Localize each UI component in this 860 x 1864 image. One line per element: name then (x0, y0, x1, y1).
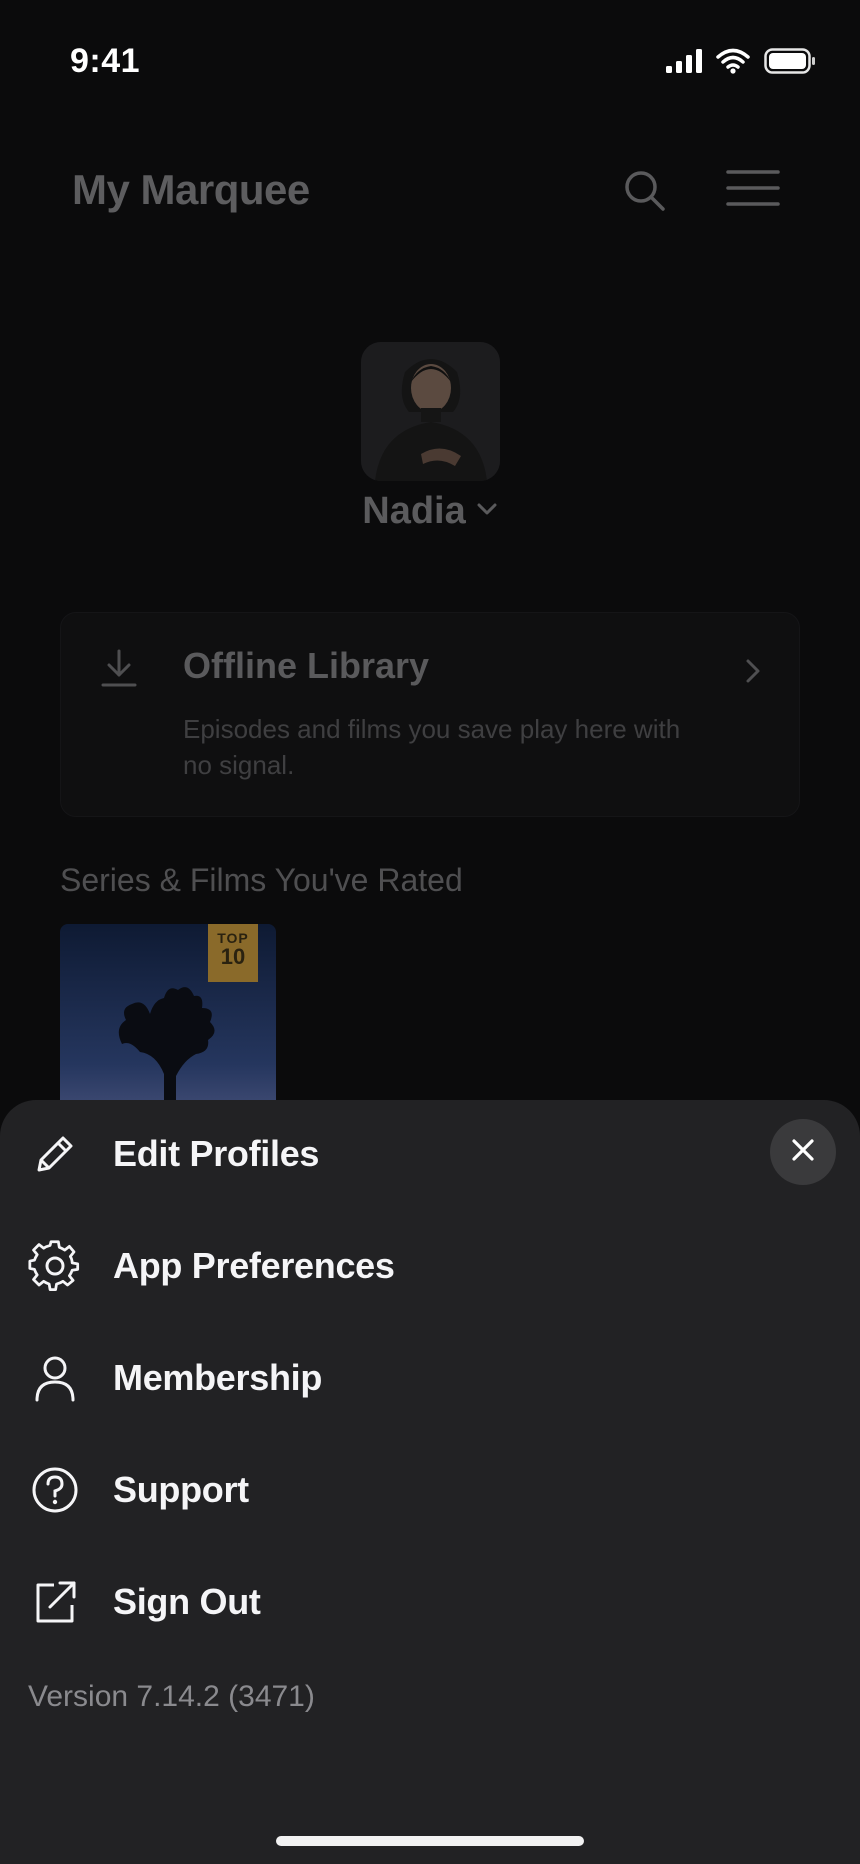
screen: My Marquee Nadia Offline Library Episode… (0, 0, 860, 1864)
chevron-down-icon (476, 501, 498, 522)
pencil-icon (28, 1127, 82, 1181)
menu-item-label: Edit Profiles (113, 1133, 320, 1174)
version-text: Version 7.14.2 (3471) (28, 1680, 315, 1713)
rated-section-heading: Series & Films You've Rated (60, 862, 463, 898)
profile-name: Nadia (362, 490, 466, 532)
external-link-icon (28, 1575, 82, 1629)
home-indicator[interactable] (276, 1836, 584, 1846)
menu-item-label: Support (113, 1469, 249, 1510)
page-title: My Marquee (72, 166, 310, 213)
menu-item-support[interactable]: Support (0, 1445, 860, 1535)
person-icon (28, 1351, 82, 1405)
avatar[interactable] (361, 342, 500, 481)
battery-icon (764, 48, 816, 79)
download-icon (99, 647, 139, 691)
question-circle-icon (28, 1463, 82, 1517)
search-icon[interactable] (620, 166, 670, 216)
status-time: 9:41 (70, 42, 141, 80)
offline-library-description: Episodes and films you save play here wi… (183, 714, 681, 780)
wifi-icon (716, 48, 750, 79)
menu-item-edit-profiles[interactable]: Edit Profiles (0, 1109, 860, 1199)
menu-item-app-preferences[interactable]: App Preferences (0, 1221, 860, 1311)
profile-switcher[interactable]: Nadia (0, 490, 860, 533)
chevron-right-icon (743, 657, 763, 685)
status-icons (666, 48, 816, 79)
rated-poster[interactable]: TOP 10 (60, 924, 276, 1124)
menu-item-membership[interactable]: Membership (0, 1333, 860, 1423)
status-bar: 9:41 (0, 0, 860, 120)
offline-library-card[interactable]: Offline Library Episodes and films you s… (60, 612, 800, 817)
top10-badge: TOP 10 (208, 924, 258, 982)
cellular-signal-icon (666, 49, 702, 78)
menu-item-sign-out[interactable]: Sign Out (0, 1557, 860, 1647)
menu-item-label: Sign Out (113, 1581, 261, 1622)
offline-library-title: Offline Library (183, 645, 430, 686)
menu-item-label: App Preferences (113, 1245, 395, 1286)
gear-icon (28, 1239, 82, 1293)
hamburger-menu-icon[interactable] (726, 168, 780, 208)
menu-item-label: Membership (113, 1357, 323, 1398)
